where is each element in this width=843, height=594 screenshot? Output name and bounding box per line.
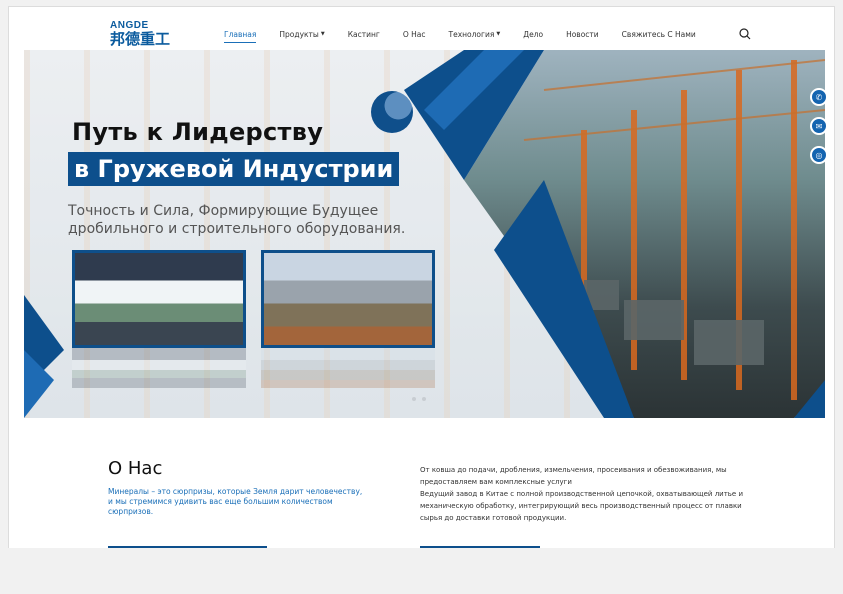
- about-text-line2: Ведущий завод в Китае с полной производс…: [420, 490, 744, 522]
- hero-title-line1: Путь к Лидерству: [72, 118, 324, 146]
- about-text-line1: От ковша до подачи, дробления, измельчен…: [420, 466, 727, 486]
- nav-label: Новости: [566, 29, 599, 39]
- slider-dots[interactable]: [412, 397, 426, 401]
- about-text: От ковша до подачи, дробления, измельчен…: [420, 464, 760, 524]
- thumbnail-reflection: [261, 348, 435, 388]
- nav-label: Кастинг: [347, 29, 380, 39]
- hero-title-line2: в Гружевой Индустрии: [68, 152, 400, 186]
- side-contact-bar: ✆ ✉ ◎: [810, 88, 828, 175]
- hero-banner[interactable]: Путь к Лидерству в Гружевой Индустрии То…: [24, 50, 825, 418]
- nav-label: Главная: [224, 29, 257, 39]
- nav-item-home[interactable]: Главная: [224, 29, 257, 43]
- mail-icon[interactable]: ✉: [810, 117, 828, 135]
- nav-item-news[interactable]: Новости: [566, 30, 599, 39]
- hero-thumbnail-showroom[interactable]: [72, 250, 246, 348]
- whatsapp-icon[interactable]: ◎: [810, 146, 828, 164]
- hero-subtitle: Точность и Сила, Формирующие Будущее дро…: [68, 203, 406, 237]
- page-gutter: [8, 548, 835, 588]
- chevron-down-icon: ▼: [496, 31, 501, 37]
- main-nav: Главная Продукты ▼ Кастинг О Нас Технолог…: [224, 18, 719, 50]
- about-subtitle: Минералы – это сюрпризы, которые Земля д…: [108, 487, 363, 516]
- nav-item-contact[interactable]: Свяжитесь С Нами: [622, 30, 696, 39]
- nav-item-cases[interactable]: Дело: [523, 30, 543, 39]
- about-title: О Нас: [108, 458, 163, 479]
- hero-thumbnail-workshop[interactable]: [261, 250, 435, 348]
- thumbnail-reflection: [72, 348, 246, 388]
- logo[interactable]: ANGDE 邦德重工: [110, 21, 171, 48]
- chevron-down-icon: ▼: [320, 31, 325, 37]
- logo-cn: 邦德重工: [110, 30, 171, 48]
- decor-circle: [371, 91, 413, 133]
- nav-label: Свяжитесь С Нами: [621, 29, 696, 39]
- phone-icon[interactable]: ✆: [810, 88, 828, 106]
- search-icon[interactable]: [738, 27, 752, 41]
- nav-item-casting[interactable]: Кастинг: [348, 30, 380, 39]
- slider-dot[interactable]: [422, 397, 426, 401]
- about-section: О Нас Минералы – это сюрпризы, которые З…: [24, 418, 825, 548]
- nav-label: Дело: [523, 29, 544, 39]
- nav-item-technology[interactable]: Технология ▼: [449, 30, 501, 39]
- nav-label: О Нас: [402, 29, 426, 39]
- nav-item-products[interactable]: Продукты ▼: [279, 30, 324, 39]
- header: ANGDE 邦德重工 Главная Продукты ▼ Кастинг О Н…: [24, 18, 825, 50]
- slider-dot[interactable]: [412, 397, 416, 401]
- nav-label: Продукты: [279, 29, 319, 39]
- nav-label: Технология: [448, 29, 495, 39]
- nav-item-about[interactable]: О Нас: [403, 30, 426, 39]
